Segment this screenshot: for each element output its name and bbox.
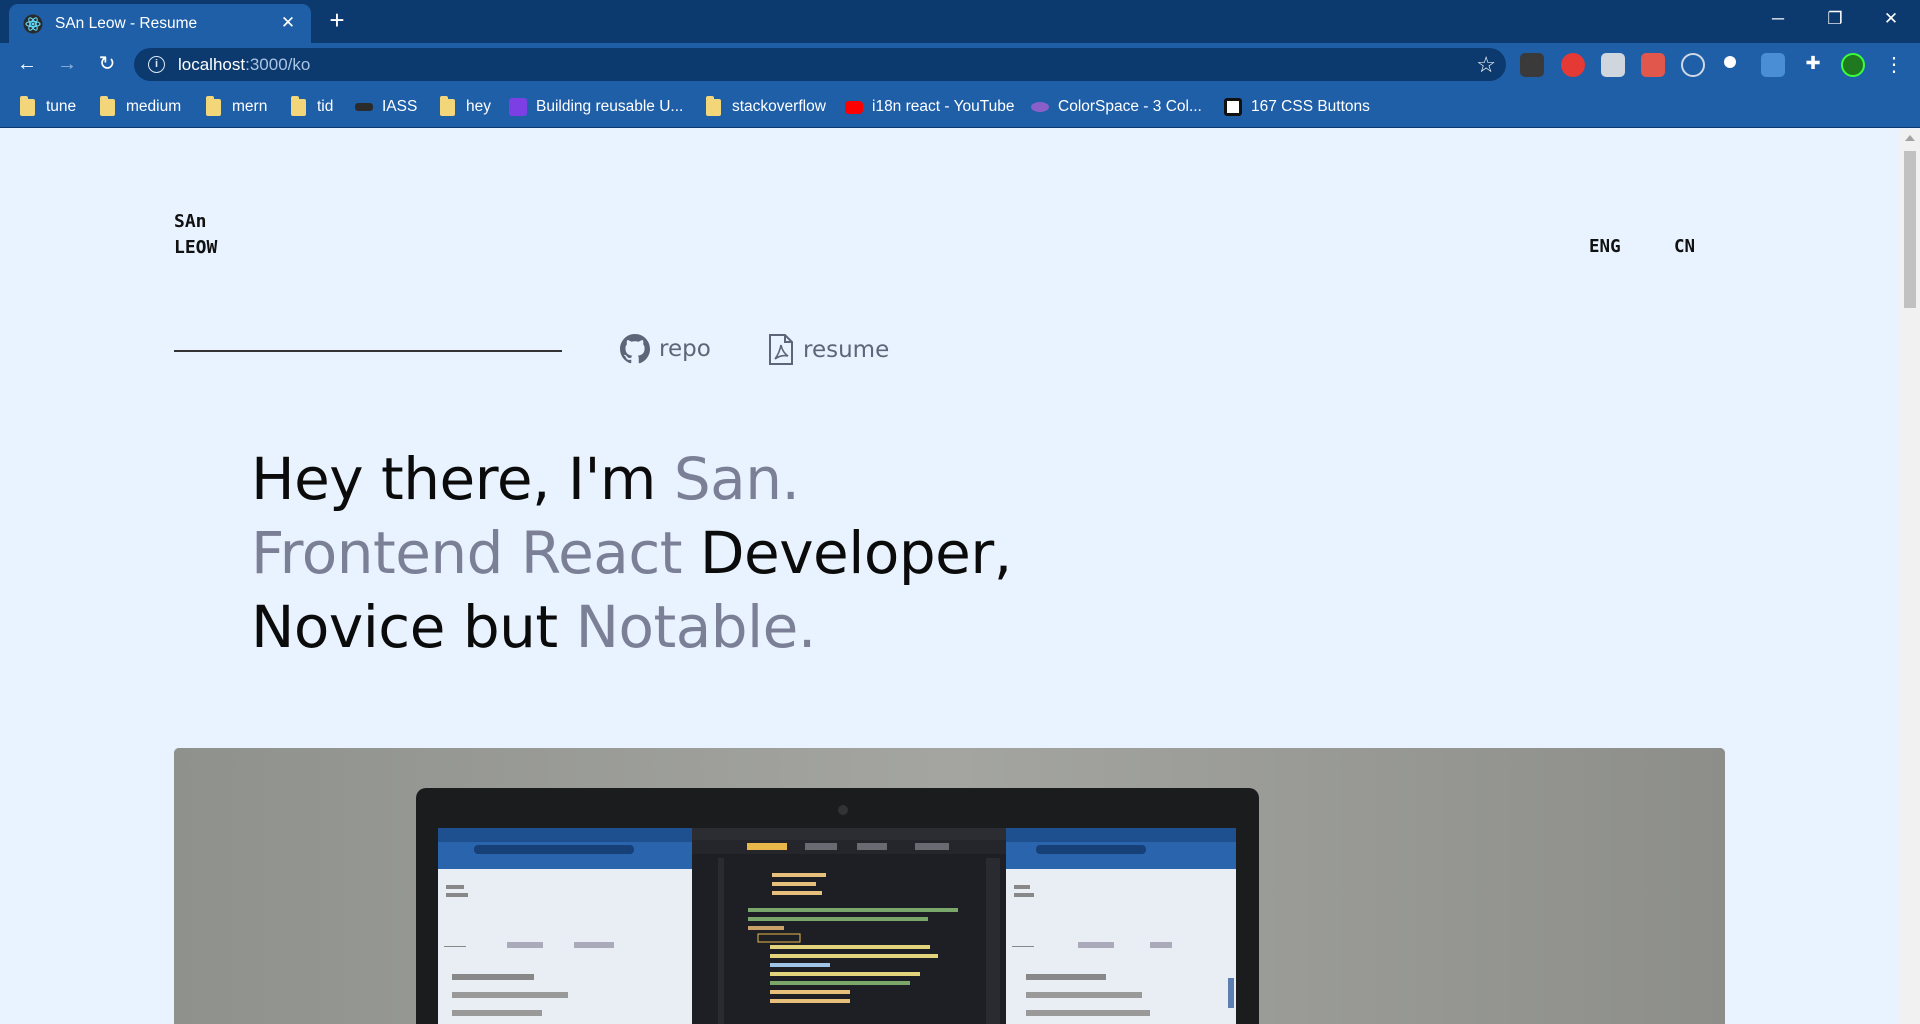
site-icon [355,103,373,111]
laptop-photo [174,748,1725,1024]
url-host: localhost [178,55,246,74]
extension-icon-1[interactable] [1520,53,1544,77]
folder-icon [706,95,721,116]
resume-link[interactable]: resume [768,334,889,366]
bookmark-label: IASS [382,98,418,115]
browser-tab-active[interactable]: SAn Leow - Resume ✕ [9,4,311,43]
bookmark-item[interactable]: IASS [355,96,417,118]
close-window-button[interactable]: ✕ [1862,0,1920,38]
browser-menu-icon[interactable]: ⋮ [1884,52,1904,77]
react-icon [23,14,43,34]
planet-icon [1031,102,1049,112]
bookmark-item[interactable]: hey [440,95,491,118]
page-viewport: SAn LEOW ENG CN repo resume Hey there, I… [0,129,1900,1024]
bookmark-item[interactable]: ColorSpace - 3 Col... [1031,96,1202,118]
bookmark-label: tune [46,98,77,115]
bookmark-star-icon[interactable]: ☆ [1476,52,1496,78]
bookmark-item[interactable]: Building reusable U... [509,96,683,118]
divider-line [174,350,562,352]
headline-highlight: Frontend React [251,519,682,587]
bookmark-label: mern [232,98,268,115]
f-icon [1224,98,1242,116]
page-scrollbar[interactable] [1900,129,1920,1024]
site-logo[interactable]: SAn LEOW [174,209,217,261]
headline-text: Developer, [681,519,1012,587]
logo-line-1: SAn [174,211,207,232]
extension-icon-3[interactable] [1601,53,1625,77]
bookmark-item[interactable]: i18n react - YouTube [845,96,1014,118]
restore-button[interactable]: ❐ [1806,0,1864,38]
resume-label: resume [803,337,890,363]
bookmark-label: Building reusable U... [536,98,684,115]
tab-title: SAn Leow - Resume [55,15,198,32]
site-info-icon[interactable]: i [148,56,165,73]
folder-icon [20,95,35,116]
folder-icon [100,95,115,116]
headline-line-1: Hey there, I'm San. [251,442,1012,516]
extension-icon-6[interactable] [1721,53,1745,77]
bookmark-label: tid [317,98,334,115]
headline-line-3: Novice but Notable. [251,590,1012,664]
language-cn-button[interactable]: CN [1674,237,1695,257]
youtube-icon [845,100,863,114]
url-path: :3000/ko [245,55,311,74]
folder-icon [291,95,306,116]
headline-text: Hey there, I'm [251,445,674,513]
bookmark-label: 167 CSS Buttons [1251,98,1370,115]
puzzle-extensions-icon[interactable]: ✚ [1801,53,1825,77]
scrollbar-thumb[interactable] [1904,151,1916,308]
headline-text: Novice but [251,593,576,661]
bookmark-label: i18n react - YouTube [872,98,1015,115]
address-bar[interactable]: i localhost:3000/ko ☆ [134,48,1506,81]
bookmark-label: hey [466,98,491,115]
extension-icon-4[interactable] [1641,53,1665,77]
bookmark-item[interactable]: tid [291,95,334,118]
laptop-photo-graphic [174,748,1725,1024]
extension-icon-5[interactable] [1681,53,1705,77]
bookmark-item[interactable]: tune [20,95,77,118]
github-icon [620,334,650,364]
forward-arrow-icon[interactable]: → [52,49,82,79]
minimize-button[interactable]: ─ [1749,0,1807,38]
profile-avatar[interactable] [1841,53,1865,77]
rocket-icon [509,98,527,116]
url-text[interactable]: localhost:3000/ko [178,55,310,75]
reload-icon[interactable]: ↻ [92,49,122,79]
bookmark-label: medium [126,98,182,115]
pdf-file-icon [769,334,793,365]
bookmarks-bar: tune medium mern tid IASS hey Building r… [0,86,1920,128]
bookmark-item[interactable]: stackoverflow [706,95,826,118]
new-tab-button[interactable]: + [324,7,350,34]
repo-link[interactable]: repo [620,334,711,364]
headline-line-2: Frontend React Developer, [251,516,1012,590]
language-eng-button[interactable]: ENG [1589,237,1621,257]
browser-toolbar: ← → ↻ i localhost:3000/ko ☆ ✚ ⋮ [0,43,1920,86]
folder-icon [440,95,455,116]
bookmark-label: ColorSpace - 3 Col... [1058,98,1202,115]
back-arrow-icon[interactable]: ← [12,49,42,79]
extension-icon-7[interactable] [1761,53,1785,77]
headline-highlight: Notable. [575,593,817,661]
bookmark-item[interactable]: mern [206,95,268,118]
scroll-up-arrow-icon[interactable] [1905,135,1915,141]
bookmark-label: stackoverflow [732,98,826,115]
tab-close-icon[interactable]: ✕ [277,12,299,34]
headline-highlight: San. [673,445,800,513]
bookmark-item[interactable]: medium [100,95,182,118]
repo-label: repo [659,336,711,362]
browser-titlebar: SAn Leow - Resume ✕ + ─ ❐ ✕ [0,0,1920,43]
folder-icon [206,95,221,116]
bookmark-item[interactable]: 167 CSS Buttons [1224,96,1370,118]
hero-headline: Hey there, I'm San. Frontend React Devel… [251,442,1012,664]
logo-line-2: LEOW [174,237,218,258]
adblock-icon[interactable] [1561,53,1585,77]
